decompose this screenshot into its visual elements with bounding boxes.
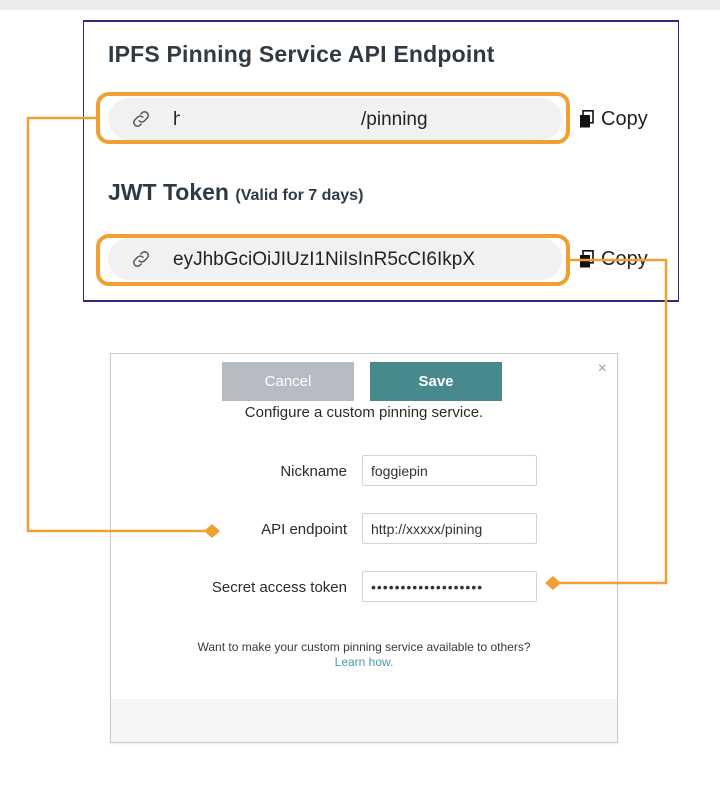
close-icon[interactable]: × (598, 360, 607, 378)
save-button[interactable]: Save (370, 362, 502, 401)
nickname-label: Nickname (280, 463, 347, 480)
copy-jwt-button[interactable]: Copy (579, 244, 648, 274)
copy-endpoint-button[interactable]: Copy (579, 104, 648, 134)
jwt-title: JWT Token (Valid for 7 days) (108, 179, 363, 206)
modal-heading: Configure a custom pinning service. (244, 404, 484, 421)
share-note: Want to make your custom pinning service… (111, 640, 617, 670)
api-endpoint-input[interactable] (362, 513, 537, 544)
jwt-validity: (Valid for 7 days) (235, 187, 364, 204)
jwt-title-text: JWT Token (108, 179, 229, 205)
secret-token-label: Secret access token (211, 579, 347, 596)
secret-token-input[interactable] (362, 571, 537, 602)
endpoint-title: IPFS Pinning Service API Endpoint (108, 41, 495, 67)
endpoint-highlight (96, 92, 570, 144)
api-endpoint-label: API endpoint (261, 521, 347, 538)
jwt-highlight (96, 234, 570, 286)
copy-icon (580, 110, 594, 128)
modal-footer (111, 699, 617, 742)
pinning-service-modal: × Configure a custom pinning service. Ni… (110, 353, 618, 743)
share-note-text: Want to make your custom pinning service… (197, 640, 531, 654)
top-strip (0, 0, 720, 10)
nickname-input[interactable] (362, 455, 537, 486)
copy-label: Copy (601, 107, 648, 130)
learn-how-link[interactable]: Learn how. (335, 655, 394, 669)
copy-label: Copy (601, 247, 648, 270)
copy-icon (580, 250, 594, 268)
cancel-button[interactable]: Cancel (222, 362, 354, 401)
